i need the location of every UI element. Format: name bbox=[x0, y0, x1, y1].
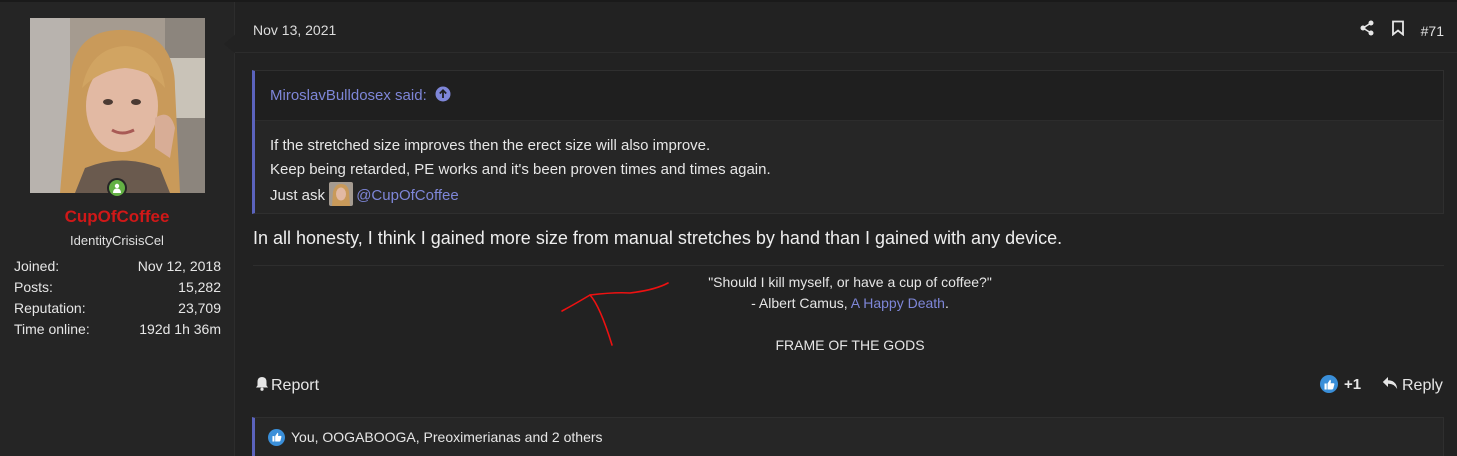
post-number[interactable]: #71 bbox=[1421, 23, 1444, 39]
signature: "Should I kill myself, or have a cup of … bbox=[600, 272, 1100, 356]
stat-joined: Joined: Nov 12, 2018 bbox=[14, 256, 221, 277]
signature-attribution: - Albert Camus, A Happy Death. bbox=[600, 293, 1100, 314]
reply-button[interactable]: Reply bbox=[1382, 376, 1443, 395]
quote-header: MiroslavBulldosex said: bbox=[255, 71, 1443, 121]
mention-avatar bbox=[329, 182, 354, 206]
quote-block: MiroslavBulldosex said: If the stretched… bbox=[252, 70, 1444, 214]
like-button[interactable]: +1 bbox=[1320, 375, 1361, 393]
stat-posts: Posts: 15,282 bbox=[14, 277, 221, 298]
stat-time-online: Time online: 192d 1h 36m bbox=[14, 319, 221, 340]
quote-line: If the stretched size improves then the … bbox=[270, 137, 711, 154]
stat-value: 192d 1h 36m bbox=[139, 321, 221, 337]
quote-author[interactable]: MiroslavBulldosex said: bbox=[270, 87, 427, 104]
share-icon[interactable] bbox=[1359, 20, 1375, 41]
stat-label: Time online: bbox=[14, 321, 90, 337]
stat-label: Joined: bbox=[14, 258, 60, 274]
report-button[interactable]: Report bbox=[255, 376, 319, 396]
arrow-up-circle-icon[interactable] bbox=[435, 86, 451, 106]
reactions-text[interactable]: You, OOGABOOGA, Preoximerianas and 2 oth… bbox=[291, 429, 603, 445]
stat-label: Reputation: bbox=[14, 300, 86, 316]
user-avatar[interactable] bbox=[30, 18, 205, 193]
quote-line: Just ask @CupOfCoffee bbox=[270, 182, 1428, 208]
signature-divider bbox=[253, 265, 1444, 266]
stat-label: Posts: bbox=[14, 279, 53, 295]
like-count: +1 bbox=[1344, 375, 1362, 393]
signature-author: - Albert Camus, bbox=[751, 295, 848, 311]
username[interactable]: CupOfCoffee bbox=[0, 207, 234, 227]
user-stats: Joined: Nov 12, 2018 Posts: 15,282 Reput… bbox=[14, 256, 221, 340]
post-header: Nov 13, 2021 #71 bbox=[235, 2, 1457, 53]
thumbs-up-icon bbox=[1320, 375, 1338, 393]
quote-line: Keep being retarded, PE works and it's b… bbox=[270, 161, 771, 178]
stat-value: 23,709 bbox=[178, 300, 221, 316]
bookmark-icon[interactable] bbox=[1391, 20, 1405, 41]
thumbs-up-icon bbox=[268, 428, 285, 446]
post-date[interactable]: Nov 13, 2021 bbox=[253, 22, 336, 38]
signature-spacer bbox=[600, 314, 1100, 335]
signature-link[interactable]: A Happy Death bbox=[851, 295, 945, 311]
stat-reputation: Reputation: 23,709 bbox=[14, 298, 221, 319]
signature-period: . bbox=[944, 295, 949, 311]
user-panel: CupOfCoffee IdentityCrisisCel Joined: No… bbox=[0, 2, 235, 456]
stat-value: 15,282 bbox=[178, 279, 221, 295]
quote-body: If the stretched size improves then the … bbox=[255, 121, 1443, 221]
post-body-text: In all honesty, I think I gained more si… bbox=[253, 228, 1063, 248]
stat-value: Nov 12, 2018 bbox=[137, 258, 221, 274]
user-mention[interactable]: @CupOfCoffee bbox=[356, 187, 459, 204]
user-online-icon bbox=[107, 178, 127, 198]
bell-icon bbox=[255, 376, 269, 396]
reply-icon bbox=[1382, 376, 1398, 395]
quote-line-prefix: Just ask bbox=[270, 187, 326, 204]
signature-quote: "Should I kill myself, or have a cup of … bbox=[708, 274, 992, 290]
post-actions: #71 bbox=[1359, 20, 1444, 41]
report-label: Report bbox=[271, 377, 320, 394]
reactions-bar[interactable]: You, OOGABOOGA, Preoximerianas and 2 oth… bbox=[252, 417, 1444, 456]
user-title: IdentityCrisisCel bbox=[70, 233, 164, 248]
signature-motto: FRAME OF THE GODS bbox=[775, 337, 925, 353]
reply-label: Reply bbox=[1402, 376, 1443, 394]
